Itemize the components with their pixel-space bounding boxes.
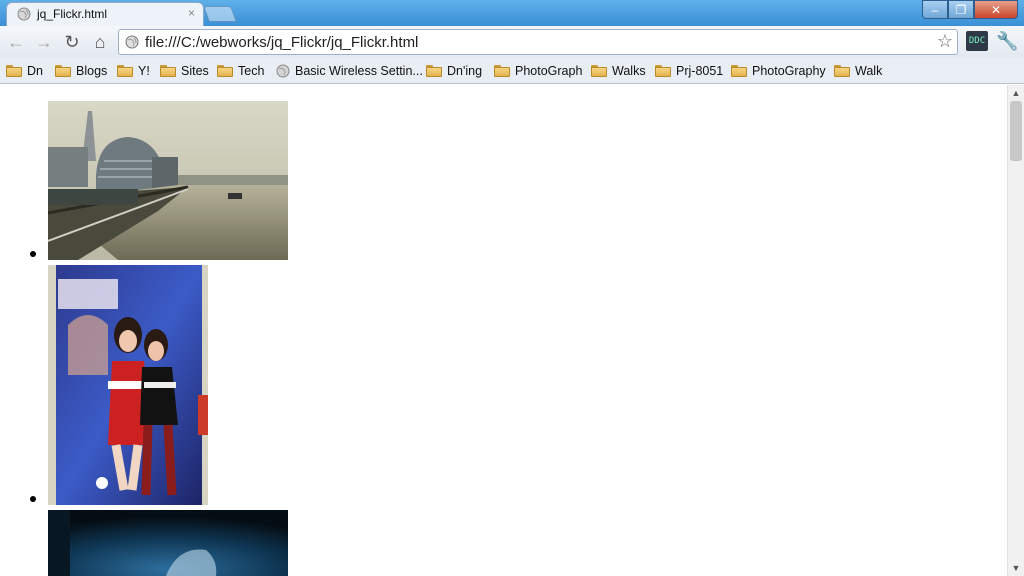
scroll-down-icon[interactable]: ▼ [1008,561,1024,575]
folder-icon [591,65,607,77]
bookmark-dn[interactable]: Dn [6,62,43,80]
folder-icon [426,65,442,77]
folder-icon [494,65,510,77]
page-globe-icon [125,35,139,49]
window-controls: ‒ ❐ ✕ [922,0,1018,19]
address-bar[interactable]: file:///C:/webworks/jq_Flickr/jq_Flickr.… [118,29,958,55]
scroll-thumb[interactable] [1010,101,1022,161]
bookmark-sites[interactable]: Sites [160,62,209,80]
new-tab-button[interactable] [203,6,237,22]
extension-icon[interactable]: DDC [966,31,988,51]
bookmark-basic-wireless[interactable]: Basic Wireless Settin... [276,62,423,80]
folder-icon [731,65,747,77]
folder-icon [6,65,22,77]
globe-icon [276,64,290,78]
title-bar: jq_Flickr.html × ‒ ❐ ✕ [0,0,1024,26]
browser-tab[interactable]: jq_Flickr.html × [6,2,204,26]
vertical-scrollbar[interactable]: ▲ ▼ [1007,85,1024,576]
game-event-cosplay-photo[interactable] [48,265,208,505]
bookmark-walks[interactable]: Walks [591,62,646,80]
folder-icon [217,65,233,77]
dark-blue-stage-photo[interactable] [48,510,288,576]
page-content [0,85,1007,576]
close-window-button[interactable]: ✕ [974,0,1018,19]
forward-button[interactable]: → [32,30,56,54]
reload-button[interactable]: ↻ [60,30,84,54]
city-hall-riverside-photo[interactable] [48,101,288,260]
tab-title: jq_Flickr.html [37,7,108,21]
bookmark-star-icon[interactable]: ☆ [937,31,953,52]
url-text[interactable]: file:///C:/webworks/jq_Flickr/jq_Flickr.… [145,34,418,51]
folder-icon [834,65,850,77]
list-bullet [30,496,36,502]
restore-button[interactable]: ❐ [948,0,974,19]
bookmark-tech[interactable]: Tech [217,62,264,80]
bookmark-y[interactable]: Y! [117,62,150,80]
bookmark-prj-8051[interactable]: Prj-8051 [655,62,723,80]
bookmark-blogs[interactable]: Blogs [55,62,107,80]
bookmark-photography[interactable]: PhotoGraphy [731,62,826,80]
globe-icon [17,7,31,21]
tab-close-icon[interactable]: × [188,6,195,20]
bookmark-walk[interactable]: Walk [834,62,882,80]
folder-icon [55,65,71,77]
list-bullet [30,251,36,257]
bookmark-dning[interactable]: Dn'ing [426,62,482,80]
bookmarks-bar: Dn Blogs Y! Sites Tech Basic Wireless Se… [0,58,1024,84]
wrench-menu-icon[interactable]: 🔧 [996,31,1018,52]
navigation-toolbar: ← → ↻ ⌂ file:///C:/webworks/jq_Flickr/jq… [0,26,1024,58]
scroll-up-icon[interactable]: ▲ [1008,86,1024,100]
folder-icon [117,65,133,77]
folder-icon [160,65,176,77]
minimize-button[interactable]: ‒ [922,0,948,19]
back-button[interactable]: ← [4,30,28,54]
folder-icon [655,65,671,77]
home-button[interactable]: ⌂ [88,30,112,54]
bookmark-photograph[interactable]: PhotoGraph [494,62,582,80]
